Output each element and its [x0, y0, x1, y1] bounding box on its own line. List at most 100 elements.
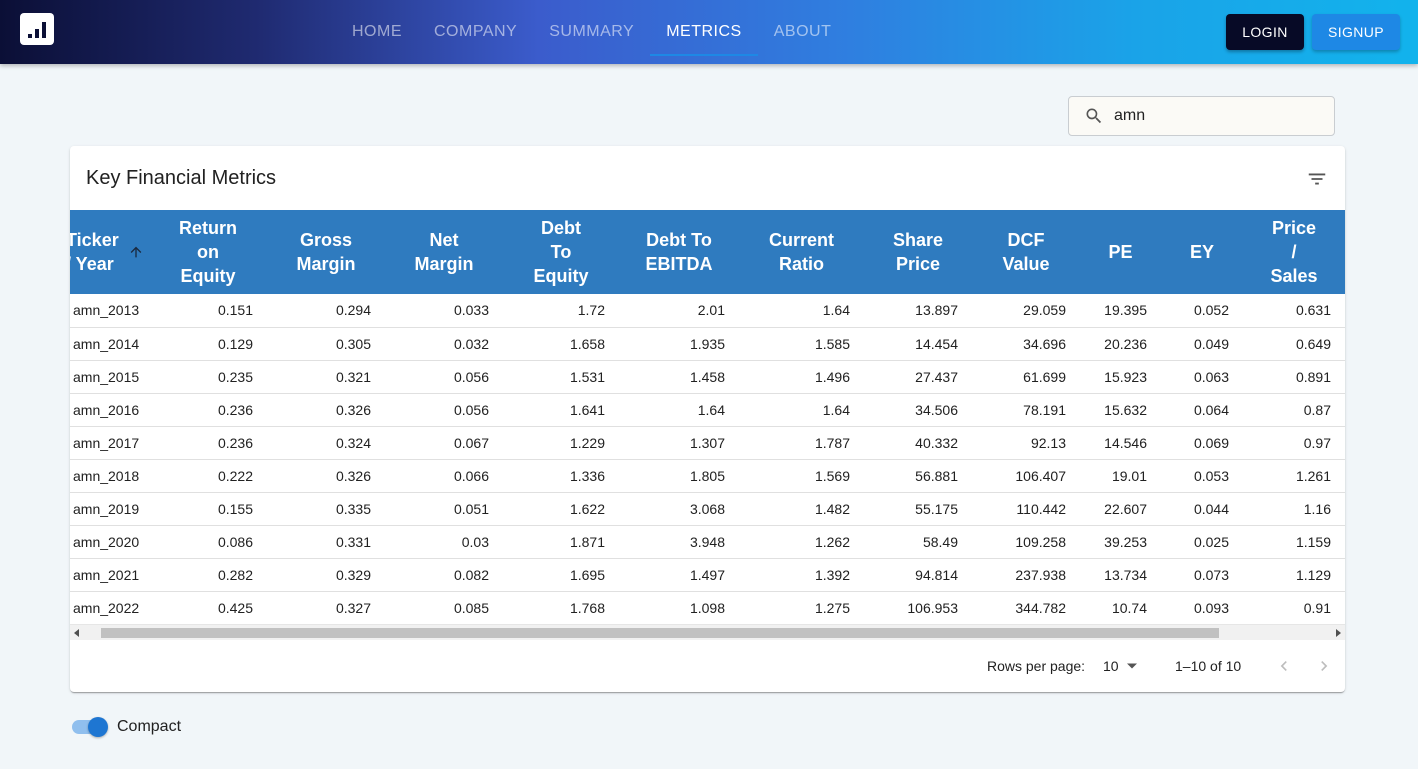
metric-cell: 34.696 — [972, 327, 1080, 361]
ticker-cell: amn_2014 — [70, 327, 149, 361]
column-header[interactable]: PE — [1080, 210, 1161, 294]
header-line: Price — [895, 254, 941, 274]
metric-cell: 1.641 — [503, 393, 619, 427]
bar-chart-logo-icon[interactable] — [20, 13, 54, 45]
table-row[interactable]: amn_2017 0.236 0.324 0.067 1.229 1.307 1.787 40… — [70, 426, 1345, 460]
ticker-cell: amn_2013 — [70, 294, 149, 328]
search-input[interactable] — [1114, 107, 1314, 125]
column-header-ticker[interactable]: Ticker / Year — [70, 210, 149, 294]
header-line: Share — [892, 230, 944, 250]
dropdown-arrow-icon — [1126, 663, 1137, 669]
column-header[interactable]: Debt To Equity — [503, 210, 619, 294]
metric-cell: 106.953 — [864, 591, 972, 624]
next-page-icon[interactable] — [1314, 656, 1334, 676]
metric-cell: 0.025 — [1161, 525, 1243, 559]
metric-cell: 0.073 — [1161, 558, 1243, 592]
column-header-label: EY — [1190, 242, 1214, 262]
table-row[interactable]: amn_2018 0.222 0.326 0.066 1.336 1.805 1.569 56… — [70, 459, 1345, 493]
metric-cell: 0.282 — [149, 558, 267, 592]
header-line: Margin — [296, 254, 356, 274]
table-row[interactable]: amn_2020 0.086 0.331 0.03 1.871 3.948 1.262 58.… — [70, 525, 1345, 559]
table-row[interactable]: amn_2021 0.282 0.329 0.082 1.695 1.497 1.392 94… — [70, 558, 1345, 592]
metric-cell: 13.734 — [1080, 558, 1161, 592]
switch-knob — [88, 717, 108, 737]
metric-cell: 14.454 — [864, 327, 972, 361]
scrollbar-thumb[interactable] — [101, 628, 1219, 638]
nav-home[interactable]: HOME — [336, 0, 418, 64]
metrics-card: Key Financial Metrics Ticker / Year Return… — [70, 146, 1345, 692]
horizontal-scrollbar[interactable] — [70, 624, 1345, 640]
metric-cell: 0.324 — [267, 426, 385, 460]
table-row[interactable]: amn_2013 0.151 0.294 0.033 1.72 2.01 1.64 13.89… — [70, 294, 1345, 328]
metric-cell: 0.91 — [1243, 591, 1345, 624]
column-header[interactable]: Share Price — [864, 210, 972, 294]
scroll-right-icon[interactable] — [1336, 629, 1341, 637]
metric-cell: 55.175 — [864, 492, 972, 526]
ticker-cell: amn_2017 — [70, 426, 149, 460]
metric-cell: 1.392 — [739, 558, 864, 592]
metric-cell: 1.496 — [739, 360, 864, 394]
metric-cell: 1.871 — [503, 525, 619, 559]
metric-cell: 19.01 — [1080, 459, 1161, 493]
metric-cell: 1.307 — [619, 426, 739, 460]
nav-company[interactable]: COMPANY — [418, 0, 533, 64]
column-header[interactable]: Gross Margin — [267, 210, 385, 294]
table-row[interactable]: amn_2014 0.129 0.305 0.032 1.658 1.935 1.585 14… — [70, 327, 1345, 361]
compact-switch[interactable] — [70, 716, 110, 738]
header-line: Value — [1002, 254, 1050, 274]
metric-cell: 61.699 — [972, 360, 1080, 394]
header-line: Net — [429, 230, 459, 250]
column-header[interactable]: Net Margin — [385, 210, 503, 294]
header-line: Ratio — [779, 254, 824, 274]
nav-about[interactable]: ABOUT — [758, 0, 848, 64]
metric-cell: 0.053 — [1161, 459, 1243, 493]
metric-cell: 1.805 — [619, 459, 739, 493]
rows-per-page-select[interactable]: 10 — [1103, 658, 1137, 674]
previous-page-icon[interactable] — [1274, 656, 1294, 676]
column-header-label: Net Margin — [414, 230, 473, 274]
filter-list-icon[interactable] — [1306, 168, 1328, 190]
metric-cell: 1.787 — [739, 426, 864, 460]
sort-ascending-icon[interactable] — [128, 244, 144, 260]
header-line: To — [550, 242, 572, 262]
column-header[interactable]: EY — [1161, 210, 1243, 294]
metric-cell: 3.068 — [619, 492, 739, 526]
nav-summary[interactable]: SUMMARY — [533, 0, 650, 64]
metric-cell: 0.236 — [149, 393, 267, 427]
table-row[interactable]: amn_2022 0.425 0.327 0.085 1.768 1.098 1.275 10… — [70, 591, 1345, 624]
column-header[interactable]: Price / Sales — [1243, 210, 1345, 294]
metric-cell: 0.051 — [385, 492, 503, 526]
column-header-label: Debt To Equity — [533, 218, 588, 286]
header-line: Margin — [414, 254, 474, 274]
metric-cell: 94.814 — [864, 558, 972, 592]
table-row[interactable]: amn_2016 0.236 0.326 0.056 1.641 1.64 1.64 34.5… — [70, 393, 1345, 427]
metric-cell: 20.236 — [1080, 327, 1161, 361]
metric-cell: 0.222 — [149, 459, 267, 493]
compact-label: Compact — [117, 718, 182, 735]
metric-cell: 0.044 — [1161, 492, 1243, 526]
column-header[interactable]: Debt To EBITDA — [619, 210, 739, 294]
metric-cell: 0.033 — [385, 294, 503, 328]
column-header-label: DCF Value — [1002, 230, 1049, 274]
metric-cell: 27.437 — [864, 360, 972, 394]
scroll-left-icon[interactable] — [74, 629, 79, 637]
table-row[interactable]: amn_2019 0.155 0.335 0.051 1.622 3.068 1.482 55… — [70, 492, 1345, 526]
header-line: / — [1291, 242, 1297, 262]
column-header[interactable]: DCF Value — [972, 210, 1080, 294]
metric-cell: 237.938 — [972, 558, 1080, 592]
header-line: Sales — [1270, 266, 1318, 286]
column-header[interactable]: Return on Equity — [149, 210, 267, 294]
ticker-cell: amn_2022 — [70, 591, 149, 624]
login-button[interactable]: LOGIN — [1226, 14, 1304, 50]
signup-button[interactable]: SIGNUP — [1312, 14, 1400, 50]
metric-cell: 0.321 — [267, 360, 385, 394]
metric-cell: 0.085 — [385, 591, 503, 624]
metric-cell: 10.74 — [1080, 591, 1161, 624]
table-body: amn_2013 0.151 0.294 0.033 1.72 2.01 1.64 13.89… — [70, 294, 1345, 624]
metric-cell: 40.332 — [864, 426, 972, 460]
table-row[interactable]: amn_2015 0.235 0.321 0.056 1.531 1.458 1.496 27… — [70, 360, 1345, 394]
column-header-label: Ticker / Year — [70, 228, 119, 276]
column-header[interactable]: Current Ratio — [739, 210, 864, 294]
nav-metrics[interactable]: METRICS — [650, 0, 758, 64]
metric-cell: 1.64 — [739, 294, 864, 328]
